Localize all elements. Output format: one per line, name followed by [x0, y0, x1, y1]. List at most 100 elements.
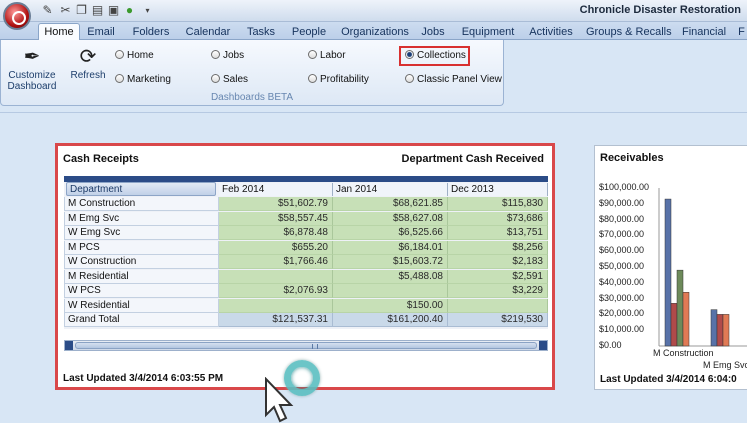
tab-tasks[interactable]: Tasks — [244, 24, 278, 40]
radio-circle-icon — [405, 74, 414, 83]
radio-labor[interactable]: Labor — [308, 50, 346, 61]
table-cell — [219, 298, 333, 313]
row-label: M Emg Svc — [64, 211, 219, 226]
radio-circle-icon — [211, 74, 220, 83]
radio-label: Home — [127, 50, 154, 61]
table-cell: $15,603.72 — [333, 255, 448, 269]
customize-dashboard-button[interactable]: ✒ Customize Dashboard — [5, 46, 59, 92]
radio-sales[interactable]: Sales — [211, 74, 248, 85]
refresh-circle-icon[interactable]: ● — [122, 3, 137, 18]
tab-overflow[interactable]: F — [736, 24, 747, 40]
y-tick-label: $80,000.00 — [599, 213, 645, 224]
table-row[interactable]: M Construction $51,602.79 $68,621.85 $115,8… — [64, 197, 548, 211]
tab-folders[interactable]: Folders — [130, 24, 172, 40]
dropdown-icon[interactable]: ▾ — [140, 3, 155, 18]
table-cell: $5,488.08 — [333, 269, 448, 284]
radio-circle-icon — [115, 74, 124, 83]
y-tick-label: $100,000.00 — [599, 182, 650, 192]
collections-highlight — [399, 46, 470, 66]
radio-circle-icon — [308, 50, 317, 59]
window-title: Chronicle Disaster Restoration — [579, 4, 741, 16]
tab-groups-recalls[interactable]: Groups & Recalls — [586, 24, 672, 40]
refresh-label: Refresh — [70, 70, 106, 81]
row-label: W Emg Svc — [64, 226, 219, 240]
receivables-title: Receivables — [600, 152, 664, 164]
row-label: W Residential — [64, 298, 219, 313]
receivables-last-updated: Last Updated 3/4/2014 6:04:0 — [600, 374, 737, 385]
table-cell: $121,537.31 — [219, 313, 333, 327]
scroll-right-icon[interactable] — [539, 341, 547, 350]
table-row[interactable]: W PCS $2,076.93 $3,229 — [64, 284, 548, 298]
table-cell — [448, 298, 548, 313]
tab-activities[interactable]: Activities — [528, 24, 574, 40]
radio-label: Labor — [320, 50, 346, 61]
grand-total-row[interactable]: Grand Total $121,537.31 $161,200.40 $219,53… — [64, 313, 548, 327]
app-menu-button[interactable] — [3, 2, 31, 30]
table-row[interactable]: M Emg Svc $58,557.45 $58,627.08 $73,686 — [64, 211, 548, 226]
tab-financial[interactable]: Financial — [682, 24, 726, 40]
table-cell: $2,076.93 — [219, 284, 333, 298]
y-tick-label: $0.00 — [599, 340, 622, 350]
y-tick-label: $50,000.00 — [599, 261, 645, 271]
y-tick-label: $90,000.00 — [599, 197, 645, 208]
tab-equipment[interactable]: Equipment — [460, 24, 516, 40]
pen-icon: ✒ — [23, 46, 41, 68]
table-cell: $13,751 — [448, 226, 548, 240]
paste-icon[interactable]: ▤ — [90, 3, 105, 18]
y-tick-label: $40,000.00 — [599, 276, 645, 287]
cut-icon[interactable]: ✂ — [58, 3, 73, 18]
radio-label: Marketing — [127, 74, 171, 85]
table-row[interactable]: W Construction $1,766.46 $15,603.72 $2,183 — [64, 255, 548, 269]
copy-icon[interactable]: ❐ — [74, 3, 89, 18]
cash-receipts-panel: Cash Receipts Department Cash Received D… — [55, 143, 555, 423]
radio-label: Classic Panel View — [417, 74, 502, 85]
mouse-cursor-icon — [265, 377, 294, 423]
radio-label: Sales — [223, 74, 249, 85]
column-header[interactable]: Dec 2013 — [448, 183, 548, 196]
tab-email[interactable]: Email — [86, 24, 116, 40]
bar — [716, 314, 724, 347]
row-label: M Construction — [64, 197, 219, 211]
category-label: M Construction — [653, 348, 714, 358]
table-cell: $6,878.48 — [219, 226, 333, 240]
column-header[interactable]: Jan 2014 — [333, 183, 448, 196]
table-cell: $115,830 — [448, 197, 548, 211]
ribbon-group-label: Dashboards BETA — [210, 92, 294, 103]
radio-classic-panel-view[interactable]: Classic Panel View — [405, 74, 502, 85]
grip-icon — [312, 344, 318, 349]
table-cell: $8,256 — [448, 240, 548, 255]
scroll-left-icon[interactable] — [65, 341, 73, 350]
radio-home[interactable]: Home — [115, 50, 154, 61]
radio-marketing[interactable]: Marketing — [115, 74, 171, 85]
bar — [676, 269, 684, 347]
tab-calendar[interactable]: Calendar — [184, 24, 232, 40]
cash-receipts-title: Cash Receipts — [63, 153, 139, 165]
department-cash-title: Department Cash Received — [401, 153, 544, 165]
table-cell: $3,229 — [448, 284, 548, 298]
table-row[interactable]: M Residential $5,488.08 $2,591 — [64, 269, 548, 284]
refresh-button[interactable]: ⟳ Refresh — [65, 46, 111, 81]
table-row[interactable]: W Emg Svc $6,878.48 $6,525.66 $13,751 — [64, 226, 548, 240]
camera-icon[interactable]: ▣ — [106, 3, 121, 18]
cash-receipts-grid: Department Feb 2014 Jan 2014 Dec 2013 M … — [64, 182, 548, 329]
y-tick-label: $10,000.00 — [599, 324, 645, 335]
tab-jobs[interactable]: Jobs — [420, 24, 446, 40]
column-header[interactable]: Feb 2014 — [219, 183, 333, 196]
row-label: W Construction — [64, 255, 219, 269]
table-cell — [219, 269, 333, 284]
table-cell — [333, 284, 448, 298]
horizontal-scrollbar[interactable] — [64, 340, 548, 351]
radio-profitability[interactable]: Profitability — [308, 74, 369, 85]
table-row[interactable]: W Residential $150.00 — [64, 298, 548, 313]
tab-organizations[interactable]: Organizations — [340, 24, 410, 40]
scrollbar-thumb[interactable] — [75, 342, 537, 349]
tab-people[interactable]: People — [290, 24, 328, 40]
row-label: M PCS — [64, 240, 219, 255]
radio-jobs[interactable]: Jobs — [211, 50, 244, 61]
department-column-button[interactable]: Department — [66, 182, 216, 196]
tab-home[interactable]: Home — [38, 23, 80, 41]
table-cell: $2,591 — [448, 269, 548, 284]
pencil-icon[interactable]: ✎ — [40, 3, 55, 18]
table-row[interactable]: M PCS $655.20 $6,184.01 $8,256 — [64, 240, 548, 255]
radio-circle-icon — [211, 50, 220, 59]
